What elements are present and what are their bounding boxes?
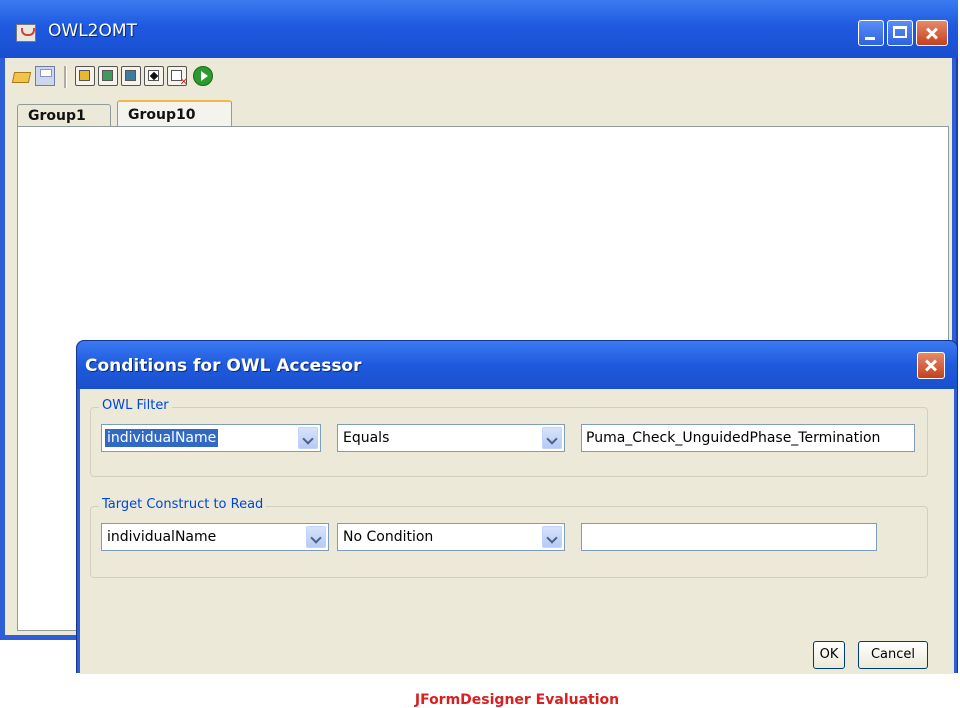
filter-property-combo[interactable]: individualName	[101, 424, 321, 452]
target-construct-legend: Target Construct to Read	[99, 497, 267, 512]
minimize-button[interactable]	[858, 20, 884, 46]
open-folder-icon[interactable]	[12, 66, 32, 86]
window-title: OWL2OMT	[48, 21, 137, 41]
tab-group10[interactable]: Group10	[117, 100, 232, 126]
java-app-icon	[16, 24, 36, 42]
group-icon[interactable]	[121, 66, 141, 86]
owl-filter-legend: OWL Filter	[99, 398, 172, 413]
toolbar	[5, 58, 952, 96]
dialog-title-bar[interactable]: Conditions for OWL Accessor	[77, 341, 957, 389]
add-condition-icon[interactable]	[144, 66, 164, 86]
chevron-down-icon[interactable]	[542, 526, 562, 548]
chevron-down-icon[interactable]	[298, 427, 318, 449]
run-icon[interactable]	[193, 66, 213, 86]
add-group-icon[interactable]	[75, 66, 95, 86]
filter-value-field[interactable]: Puma_Check_UnguidedPhase_Termination	[581, 424, 915, 452]
filter-operator-value: Equals	[343, 430, 390, 446]
chevron-down-icon[interactable]	[306, 526, 326, 548]
save-icon[interactable]	[35, 66, 55, 86]
chevron-down-icon[interactable]	[542, 427, 562, 449]
tab-strip: Group1 Group10	[5, 100, 952, 126]
close-button[interactable]	[916, 20, 948, 46]
filter-operator-combo[interactable]: Equals	[337, 424, 565, 452]
delete-icon[interactable]	[167, 66, 188, 88]
toolbar-separator	[64, 66, 67, 88]
maximize-button[interactable]	[887, 20, 913, 46]
target-property-value: individualName	[107, 529, 217, 545]
conditions-dialog: Conditions for OWL Accessor OWL Filter i…	[76, 340, 958, 708]
dialog-close-button[interactable]	[917, 352, 945, 379]
group-icon[interactable]	[98, 66, 118, 86]
filter-property-value: individualName	[105, 429, 219, 447]
target-value-field[interactable]	[581, 523, 877, 551]
target-property-combo[interactable]: individualName	[101, 523, 329, 551]
target-operator-value: No Condition	[343, 529, 434, 545]
target-construct-group: Target Construct to Read individualName …	[90, 497, 928, 578]
ok-button[interactable]: OK	[813, 641, 845, 669]
cancel-button[interactable]: Cancel	[858, 641, 928, 669]
target-operator-combo[interactable]: No Condition	[337, 523, 565, 551]
owl-filter-group: OWL Filter individualName Equals Puma_Ch…	[90, 398, 928, 477]
title-bar[interactable]: OWL2OMT	[0, 0, 958, 58]
dialog-title: Conditions for OWL Accessor	[85, 356, 362, 376]
tab-group1[interactable]: Group1	[17, 104, 111, 126]
evaluation-notice: JFormDesigner Evaluation	[414, 692, 620, 708]
dialog-body: OWL Filter individualName Equals Puma_Ch…	[80, 389, 954, 708]
